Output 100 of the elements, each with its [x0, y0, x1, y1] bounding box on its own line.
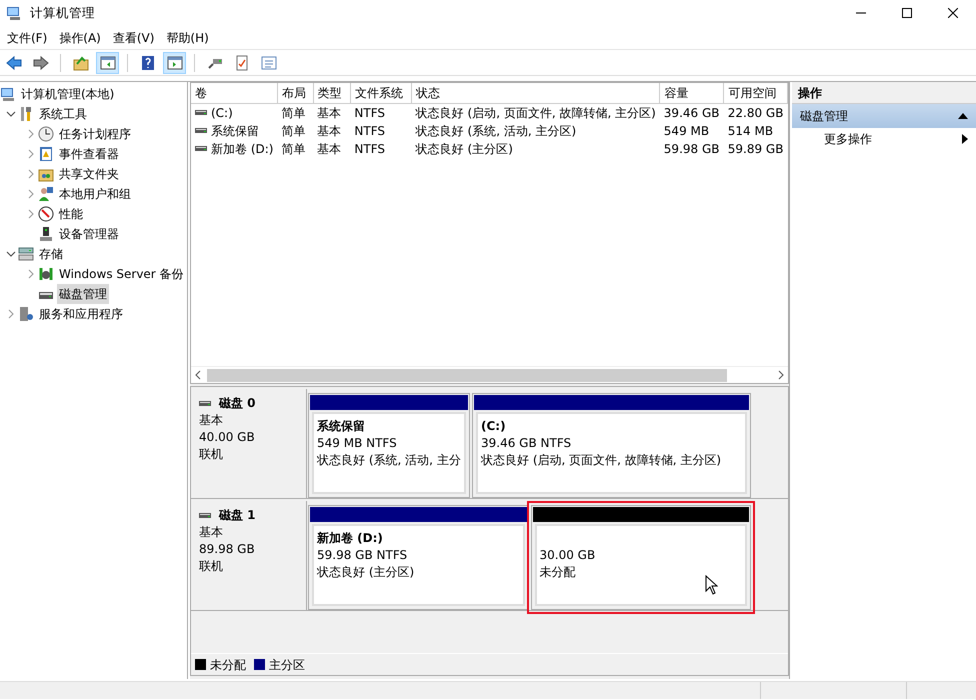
partition-status: 状态良好 (主分区): [317, 564, 416, 581]
table-cell-text: (C:): [211, 105, 233, 122]
menu-item[interactable]: 文件(F): [2, 26, 54, 48]
tree-item[interactable]: 存储: [37, 244, 65, 264]
collapse-caret-icon[interactable]: [958, 113, 968, 119]
partition[interactable]: (C:) 39.46 GB NTFS 状态良好 (启动, 页面文件, 故障转储, 主分区): [472, 393, 751, 498]
partition-title: 新加卷 (D:): [317, 530, 384, 547]
tree-item[interactable]: 性能: [57, 204, 85, 224]
table-cell-text: 新加卷 (D:): [211, 141, 274, 158]
backup-icon: [38, 266, 54, 282]
tree-item[interactable]: 事件查看器: [57, 144, 121, 164]
forward-arrow-icon[interactable]: [32, 54, 48, 70]
table-cell-text: 系统保留: [211, 123, 259, 140]
computer-icon: [0, 86, 16, 102]
partition-size: 39.46 GB NTFS: [481, 435, 572, 452]
legend-label: 主分区: [269, 656, 305, 674]
tree-item[interactable]: 共享文件夹: [57, 164, 121, 184]
partition-title: (C:): [481, 418, 507, 435]
tree-item[interactable]: 服务和应用程序: [37, 304, 125, 324]
table-cell: 基本: [317, 106, 342, 120]
mouse-cursor-icon: [705, 575, 718, 595]
partition-title: 系统保留: [317, 418, 366, 435]
table-cell: 基本: [317, 124, 342, 138]
table-cell: 基本: [317, 142, 342, 156]
table-cell: 59.89 GB: [728, 142, 784, 156]
submenu-arrow-icon: [962, 134, 968, 144]
disk-info: 40.00 GB: [199, 429, 256, 446]
disk-name[interactable]: 磁盘 1: [219, 507, 256, 524]
tree-item[interactable]: 磁盘管理: [57, 284, 109, 304]
action-item[interactable]: 更多操作: [824, 130, 872, 148]
disk-info: 基本: [199, 412, 224, 429]
list-icon[interactable]: [260, 54, 276, 70]
tree-item[interactable]: Windows Server 备份: [57, 264, 186, 284]
scrollbar-thumb[interactable]: [207, 368, 727, 382]
help-icon[interactable]: [140, 54, 156, 70]
column-header[interactable]: 布局: [277, 83, 314, 104]
column-header[interactable]: 容量: [660, 83, 724, 104]
column-header[interactable]: 可用空间: [724, 83, 788, 104]
back-arrow-icon[interactable]: [6, 54, 22, 70]
gauge-icon: [38, 206, 54, 222]
table-cell: 状态良好 (主分区): [416, 142, 513, 156]
table-cell: 59.98 GB: [664, 142, 720, 156]
table-cell: 简单: [281, 124, 306, 138]
checklist-icon[interactable]: [234, 54, 250, 70]
partition-status: 未分配: [540, 564, 576, 581]
partition-size: 549 MB NTFS: [317, 435, 398, 452]
table-cell: 514 MB: [728, 124, 774, 138]
clock-icon: [38, 126, 54, 142]
disk-info: 89.98 GB: [199, 541, 256, 558]
legend-label: 未分配: [210, 656, 246, 674]
device-icon: [38, 226, 54, 242]
table-cell: 状态良好 (系统, 活动, 主分区): [416, 124, 576, 138]
storage-icon: [18, 246, 34, 262]
menu-item[interactable]: 查看(V): [108, 26, 162, 48]
table-cell: 状态良好 (启动, 页面文件, 故障转储, 主分区): [416, 106, 656, 120]
partition[interactable]: 新加卷 (D:) 59.98 GB NTFS 状态良好 (主分区): [308, 505, 528, 610]
column-header[interactable]: 类型: [313, 83, 350, 104]
services-icon: [18, 306, 34, 322]
table-cell: NTFS: [354, 142, 386, 156]
partition-status: 状态良好 (系统, 活动, 主分: [317, 452, 461, 469]
maximize-icon: [902, 8, 912, 18]
computer-icon: [6, 5, 22, 21]
disk-info: 联机: [199, 558, 224, 575]
tree-item[interactable]: 任务计划程序: [57, 124, 133, 144]
window-title: 计算机管理: [30, 4, 95, 22]
close-icon: [948, 8, 958, 18]
partition[interactable]: 系统保留 549 MB NTFS 状态良好 (系统, 活动, 主分: [308, 393, 470, 498]
pane-icon[interactable]: [166, 54, 182, 70]
tree-item[interactable]: 计算机管理(本地): [19, 84, 116, 104]
table-cell: 简单: [281, 106, 306, 120]
column-header[interactable]: 文件系统: [350, 83, 412, 104]
table-cell: 简单: [281, 142, 306, 156]
drive-icon: [195, 145, 207, 153]
pane-icon[interactable]: [100, 54, 116, 70]
table-cell: NTFS: [354, 106, 386, 120]
partition-size: 30.00 GB: [540, 547, 596, 564]
tree-item[interactable]: 系统工具: [37, 104, 89, 124]
disk-info: 基本: [199, 524, 224, 541]
drive-icon: [195, 127, 207, 135]
table-cell: 549 MB: [664, 124, 710, 138]
event-log-icon: [38, 146, 54, 162]
tools-icon: [18, 106, 34, 122]
disk-name[interactable]: 磁盘 0: [219, 395, 256, 412]
tree-item[interactable]: 设备管理器: [57, 224, 121, 244]
panel-header: 操作: [792, 82, 976, 104]
drive-icon: [195, 109, 207, 117]
menu-item[interactable]: 帮助(H): [161, 26, 216, 48]
table-cell: 39.46 GB: [664, 106, 720, 120]
table-cell: NTFS: [354, 124, 386, 138]
tree-item[interactable]: 本地用户和组: [57, 184, 133, 204]
folder-icon[interactable]: [72, 54, 88, 70]
partition-status: 状态良好 (启动, 页面文件, 故障转储, 主分区): [481, 452, 722, 469]
partition-size: 59.98 GB NTFS: [317, 547, 408, 564]
menu-item[interactable]: 操作(A): [54, 26, 108, 48]
table-cell: 22.80 GB: [728, 106, 784, 120]
disk-info: 联机: [199, 446, 224, 463]
column-header[interactable]: 卷: [191, 83, 278, 104]
column-header[interactable]: 状态: [412, 83, 660, 104]
users-icon: [38, 186, 54, 202]
section-title[interactable]: 磁盘管理: [800, 107, 848, 125]
